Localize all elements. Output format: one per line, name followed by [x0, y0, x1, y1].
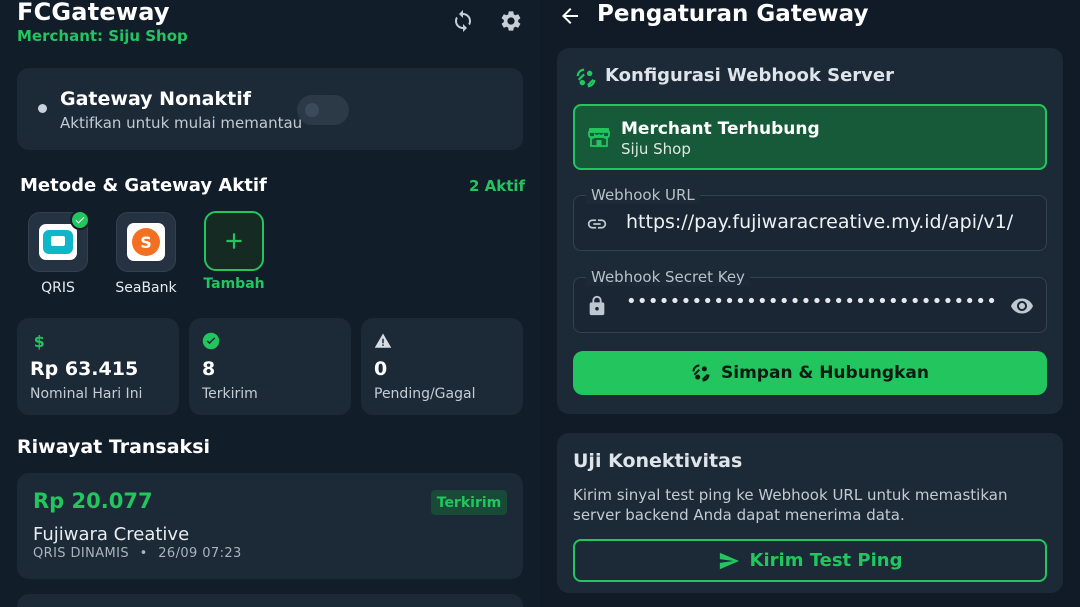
page-title: Pengaturan Gateway	[597, 1, 869, 27]
qris-logo-icon	[39, 224, 77, 260]
settings-panel: Pengaturan Gateway Konfigurasi Webhook S…	[540, 0, 1080, 607]
method-label: SeaBank	[115, 280, 177, 296]
transaction-meta: QRIS DINAMIS • 26/09 07:23	[33, 546, 242, 561]
warning-icon	[374, 333, 392, 348]
store-icon	[588, 128, 610, 147]
dashboard-panel: FCGateway Merchant: Siju Shop Gateway No…	[0, 0, 540, 607]
transaction-item[interactable]	[17, 594, 523, 607]
gateway-status-card: Gateway Nonaktif Aktifkan untuk mulai me…	[17, 68, 523, 150]
transaction-amount: Rp 20.077	[33, 489, 153, 513]
app-title: FCGateway	[17, 0, 170, 26]
merchant-connected-name: Siju Shop	[621, 140, 691, 158]
seabank-logo-icon: S	[127, 223, 165, 261]
plus-icon	[226, 233, 242, 249]
transaction-item[interactable]: Rp 20.077 Terkirim Fujiwara Creative QRI…	[17, 473, 523, 579]
merchant-connected-title: Merchant Terhubung	[621, 119, 820, 139]
stat-label: Terkirim	[202, 386, 258, 402]
stat-card-sent: 8 Terkirim	[189, 318, 351, 415]
save-connect-button[interactable]: Simpan & Hubungkan	[573, 351, 1047, 395]
merchant-connected-box: Merchant Terhubung Siju Shop	[573, 104, 1047, 170]
connection-icon	[692, 364, 710, 382]
webhook-url-field[interactable]: Webhook URL https://pay.fujiwaracreative…	[573, 186, 1047, 251]
transaction-method: QRIS DINAMIS	[33, 546, 130, 561]
meta-separator: •	[139, 546, 148, 561]
methods-header: Metode & Gateway Aktif	[20, 175, 267, 196]
back-arrow-icon[interactable]	[558, 4, 582, 28]
send-test-ping-label: Kirim Test Ping	[749, 550, 903, 571]
transaction-name: Fujiwara Creative	[33, 524, 190, 545]
gear-icon[interactable]	[498, 8, 524, 34]
method-label: QRIS	[41, 280, 75, 296]
save-connect-label: Simpan & Hubungkan	[721, 363, 929, 383]
webhook-secret-field[interactable]: Webhook Secret Key •••••••••••••••••••••…	[573, 268, 1047, 333]
send-icon	[719, 552, 739, 569]
status-dot	[38, 104, 47, 113]
stat-value: 8	[202, 358, 216, 380]
connection-icon	[576, 68, 596, 88]
toggle-knob	[305, 103, 319, 117]
lock-icon	[586, 295, 608, 317]
send-test-ping-button[interactable]: Kirim Test Ping	[573, 539, 1047, 582]
webhook-secret-label: Webhook Secret Key	[586, 268, 750, 286]
svg-text:$: $	[34, 332, 45, 350]
stat-value: 0	[374, 358, 388, 380]
stat-card-nominal: $ Rp 63.415 Nominal Hari Ini	[17, 318, 179, 415]
sync-icon[interactable]	[450, 8, 476, 34]
stat-label: Pending/Gagal	[374, 386, 476, 402]
eye-icon[interactable]	[1010, 294, 1034, 318]
test-title: Uji Konektivitas	[573, 450, 743, 472]
add-method-button[interactable]	[204, 211, 264, 271]
webhook-url-input[interactable]: https://pay.fujiwaracreative.my.id/api/v…	[626, 211, 1036, 233]
check-badge-icon	[70, 210, 90, 230]
connectivity-test-card: Uji Konektivitas Kirim sinyal test ping …	[557, 433, 1063, 593]
stat-card-pending: 0 Pending/Gagal	[361, 318, 523, 415]
gateway-status-title: Gateway Nonaktif	[60, 88, 251, 110]
method-seabank[interactable]: S	[116, 212, 176, 272]
add-method-label[interactable]: Tambah	[189, 276, 279, 292]
webhook-config-card: Konfigurasi Webhook Server Merchant Terh…	[557, 48, 1063, 414]
merchant-label: Merchant: Siju Shop	[17, 27, 188, 45]
stat-value: Rp 63.415	[30, 358, 139, 380]
check-circle-icon	[202, 332, 220, 350]
gateway-toggle[interactable]	[297, 95, 349, 125]
gateway-status-subtitle: Aktifkan untuk mulai memantau	[60, 114, 303, 132]
test-description: Kirim sinyal test ping ke Webhook URL un…	[573, 486, 1008, 524]
webhook-url-label: Webhook URL	[586, 186, 700, 204]
transaction-time: 26/09 07:23	[158, 546, 242, 561]
history-header: Riwayat Transaksi	[17, 436, 211, 458]
dollar-icon: $	[34, 332, 45, 350]
config-title: Konfigurasi Webhook Server	[605, 65, 894, 86]
stat-label: Nominal Hari Ini	[30, 386, 143, 402]
status-badge: Terkirim	[431, 490, 507, 515]
active-count: 2 Aktif	[469, 177, 526, 195]
webhook-secret-input[interactable]: ••••••••••••••••••••••••••••••••••••••••…	[626, 291, 998, 312]
link-icon	[586, 213, 608, 235]
